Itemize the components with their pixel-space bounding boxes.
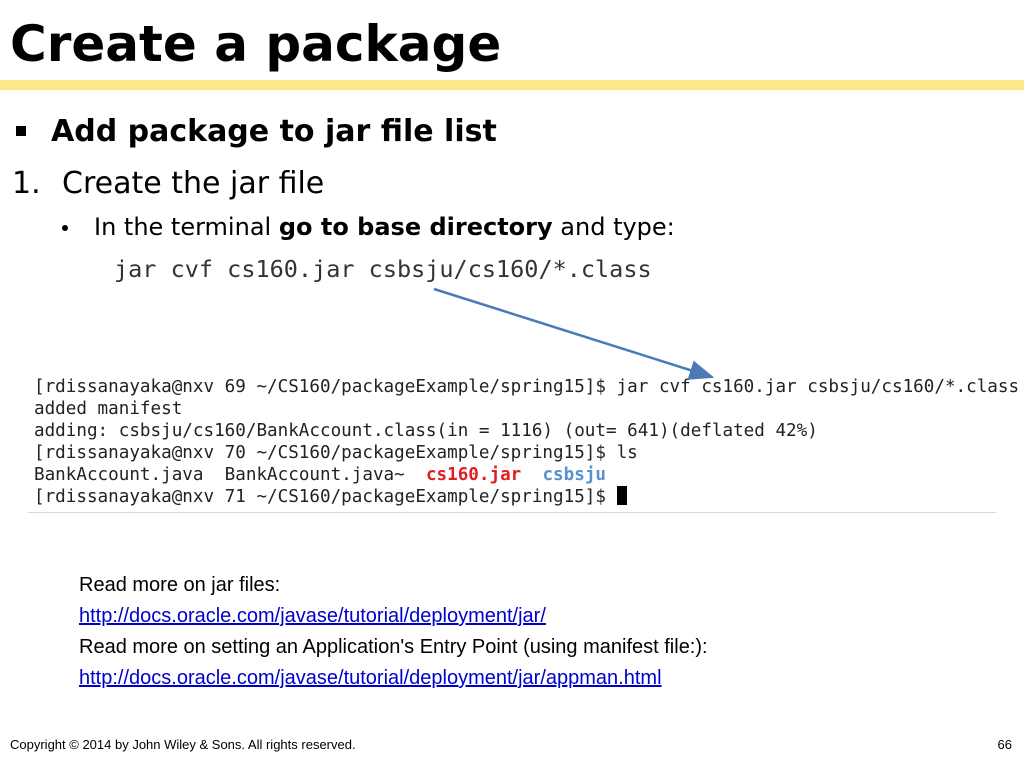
sub-bullet-after: and type: <box>552 213 675 241</box>
terminal-prompt-line: [rdissanayaka@nxv 71 ~/CS160/packageExam… <box>34 486 627 508</box>
slide-title: Create a package <box>10 15 502 73</box>
page-number: 66 <box>997 737 1012 752</box>
round-bullet-icon <box>62 225 68 231</box>
numbered-item-text: Create the jar file <box>62 166 325 201</box>
jar-reading-label: Read more on jar files: <box>79 574 281 596</box>
numbered-item-number: 1. <box>12 166 41 201</box>
numbered-item: 1. Create the jar file <box>12 164 324 204</box>
title-underline-bar <box>0 80 1024 90</box>
jar-docs-link[interactable]: http://docs.oracle.com/javase/tutorial/d… <box>79 605 546 627</box>
terminal-line: added manifest <box>34 399 183 419</box>
entry-point-reading-label: Read more on setting an Application's En… <box>79 636 708 658</box>
entry-point-docs-link[interactable]: http://docs.oracle.com/javase/tutorial/d… <box>79 667 662 689</box>
bullet-text: Add package to jar file list <box>51 114 497 149</box>
terminal-line: [rdissanayaka@nxv 70 ~/CS160/packageExam… <box>34 443 638 463</box>
terminal-screenshot: [rdissanayaka@nxv 69 ~/CS160/packageExam… <box>28 372 1019 513</box>
file-bankaccount-java-backup: BankAccount.java~ <box>224 465 405 485</box>
terminal-line: adding: csbsju/cs160/BankAccount.class(i… <box>34 421 818 441</box>
file-cs160-jar: cs160.jar <box>425 465 522 485</box>
terminal-line: [rdissanayaka@nxv 69 ~/CS160/packageExam… <box>34 377 1020 397</box>
file-bankaccount-java: BankAccount.java <box>34 465 204 485</box>
square-bullet-icon <box>16 126 26 136</box>
terminal-cursor <box>616 486 627 505</box>
footer-copyright: Copyright © 2014 by John Wiley & Sons. A… <box>10 737 356 752</box>
dir-csbsju: csbsju <box>542 465 607 485</box>
command-text: jar cvf cs160.jar csbsju/cs160/*.class <box>114 255 652 283</box>
terminal-ls-output: BankAccount.java BankAccount.java~ cs160… <box>34 464 606 486</box>
sub-bullet-before: In the terminal <box>94 213 279 241</box>
sub-bullet-bold: go to base directory <box>278 213 553 241</box>
reading-links: Read more on jar files: http://docs.orac… <box>79 570 708 694</box>
terminal-prompt: [rdissanayaka@nxv 71 ~/CS160/packageExam… <box>34 487 617 507</box>
sub-bullet: In the terminal go to base directory and… <box>94 210 675 244</box>
